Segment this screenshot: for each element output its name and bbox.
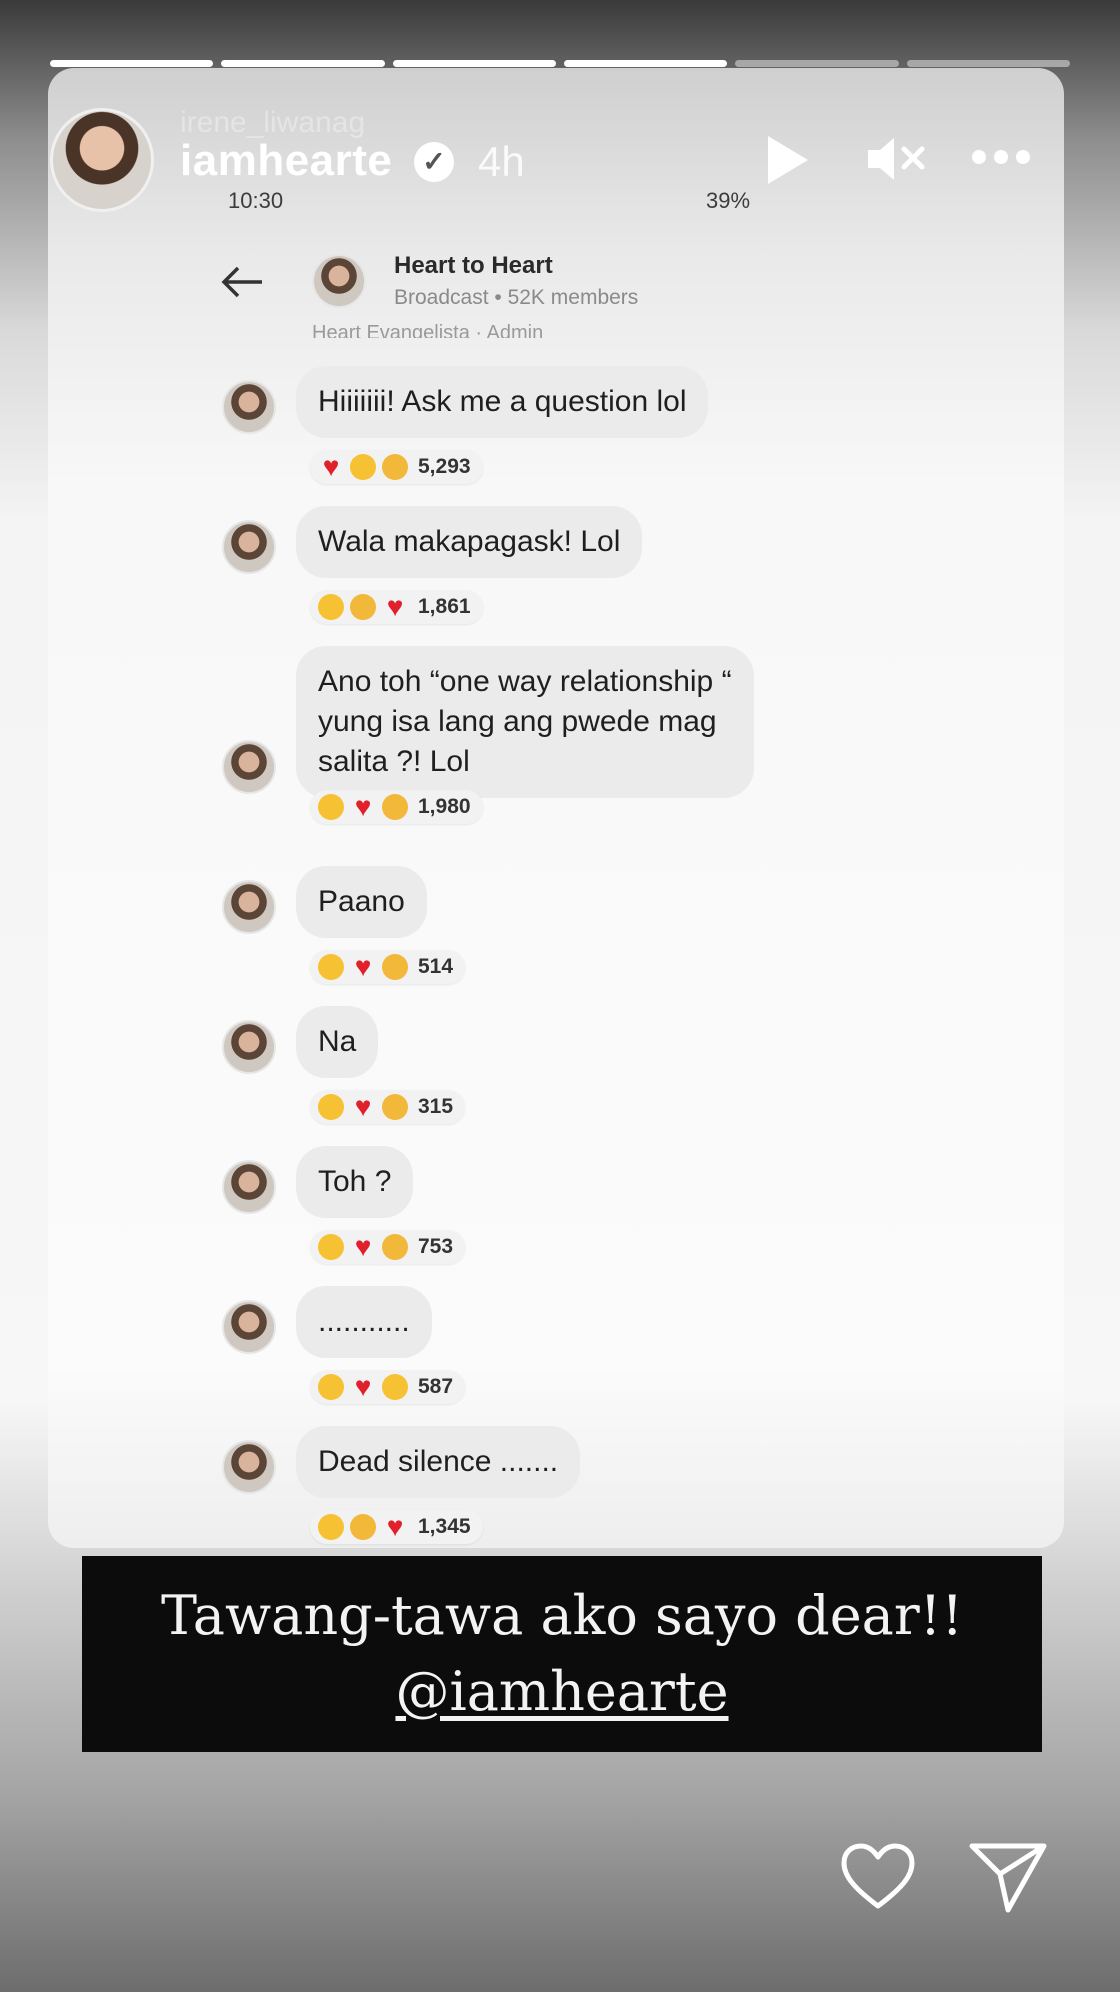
sender-avatar <box>222 380 276 434</box>
laugh-reaction-icon <box>318 1094 344 1120</box>
message-bubble: Hiiiiiii! Ask me a question lol <box>296 366 709 438</box>
message-bubble: Paano <box>296 866 427 938</box>
heart-reaction-icon: ♥ <box>354 1091 372 1122</box>
laugh-reaction-icon <box>318 954 344 980</box>
reaction-bar: ♥ 1,861 <box>310 590 483 624</box>
story-username[interactable]: iamhearte <box>180 136 392 186</box>
caption-mention-link[interactable]: @iamhearte <box>395 1660 728 1723</box>
status-time: 10:30 <box>228 188 284 213</box>
reaction-count: 514 <box>418 955 454 978</box>
status-battery: 39% <box>706 188 751 213</box>
sad-reaction-icon <box>382 954 408 980</box>
back-arrow-icon <box>221 266 262 298</box>
laugh-reaction-icon <box>318 794 344 820</box>
heart-reaction-icon: ♥ <box>386 1511 404 1542</box>
caption-text: Tawang-tawa ako sayo dear!! <box>160 1584 964 1647</box>
heart-reaction-icon: ♥ <box>322 451 340 482</box>
more-options-icon[interactable] <box>972 150 1030 164</box>
sad-reaction-icon <box>382 1094 408 1120</box>
sad-reaction-icon <box>382 1234 408 1260</box>
reaction-count: 5,293 <box>418 455 471 478</box>
sad-reaction-icon <box>350 594 376 620</box>
laugh-reaction-icon <box>318 594 344 620</box>
progress-segment <box>906 60 1070 67</box>
reaction-count: 1,861 <box>418 595 471 618</box>
sender-avatar <box>222 1440 276 1494</box>
heart-reaction-icon: ♥ <box>354 951 372 982</box>
sender-avatar <box>222 880 276 934</box>
sender-avatar <box>222 1300 276 1354</box>
progress-segment <box>735 60 899 67</box>
sender-avatar <box>222 1020 276 1074</box>
laugh-reaction-icon <box>350 454 376 480</box>
sad-reaction-icon <box>382 454 408 480</box>
verified-badge-icon: ✓ <box>414 142 454 182</box>
reaction-bar: ♥ 5,293 <box>310 450 483 484</box>
ghost-username: irene_liwanag <box>180 106 366 139</box>
progress-segment <box>392 60 556 67</box>
mute-icon[interactable] <box>866 134 926 184</box>
reaction-bar: ♥ 315 <box>310 1090 466 1124</box>
laugh-reaction-icon <box>318 1514 344 1540</box>
message-bubble: Toh ? <box>296 1146 414 1218</box>
message-bubble: Dead silence ....... <box>296 1426 581 1498</box>
sender-avatar <box>222 740 276 794</box>
sad-reaction-icon <box>350 1514 376 1540</box>
message-bubble: ........... <box>296 1286 432 1358</box>
heart-reaction-icon: ♥ <box>354 1231 372 1262</box>
sender-avatar <box>222 1160 276 1214</box>
heart-icon[interactable] <box>840 1842 916 1912</box>
sender-avatar <box>222 520 276 574</box>
reaction-bar: ♥ 1,980 <box>310 790 483 824</box>
message-bubble: Ano toh “one way relationship “ yung isa… <box>296 646 754 798</box>
channel-title: Heart to Heart <box>394 252 553 279</box>
message-bubble: Wala makapagask! Lol <box>296 506 643 578</box>
story-viewer: irene_liwanag iamhearte ✓ 4h 10:30 39% H… <box>0 0 1120 1992</box>
sender-label: Heart Evangelista · Admin <box>312 322 544 338</box>
channel-avatar <box>312 254 366 308</box>
channel-subtitle: Broadcast • 52K members <box>394 286 639 309</box>
progress-segment <box>221 60 385 67</box>
message-line: yung isa lang ang pwede mag <box>318 705 717 738</box>
reaction-count: 315 <box>418 1095 454 1118</box>
reaction-bar: ♥ 753 <box>310 1230 466 1264</box>
reaction-count: 587 <box>418 1375 454 1398</box>
story-progress-bar <box>50 60 1070 67</box>
message-line: salita ?! Lol <box>318 745 470 778</box>
reaction-bar: ♥ 514 <box>310 950 466 984</box>
heart-reaction-icon: ♥ <box>386 591 404 622</box>
progress-segment <box>50 60 214 67</box>
reaction-count: 753 <box>418 1235 454 1258</box>
story-time: 4h <box>478 138 525 185</box>
reaction-count: 1,345 <box>418 1515 471 1538</box>
story-caption: Tawang-tawa ako sayo dear!! @iamhearte <box>82 1556 1042 1752</box>
progress-segment <box>563 60 728 67</box>
heart-reaction-icon: ♥ <box>354 1371 372 1402</box>
laugh-reaction-icon <box>318 1374 344 1400</box>
profile-avatar[interactable] <box>50 108 154 212</box>
sad-reaction-icon <box>382 794 408 820</box>
message-line: Ano toh “one way relationship “ <box>318 665 732 698</box>
message-bubble: Na <box>296 1006 379 1078</box>
reaction-count: 1,980 <box>418 795 471 818</box>
heart-reaction-icon: ♥ <box>354 791 372 822</box>
laugh-reaction-icon <box>318 1234 344 1260</box>
send-icon[interactable] <box>968 1840 1048 1914</box>
reaction-bar: ♥ 1,345 <box>310 1510 483 1544</box>
play-icon[interactable] <box>768 136 808 184</box>
reaction-bar: ♥ 587 <box>310 1370 466 1404</box>
laugh-reaction-icon <box>382 1374 408 1400</box>
